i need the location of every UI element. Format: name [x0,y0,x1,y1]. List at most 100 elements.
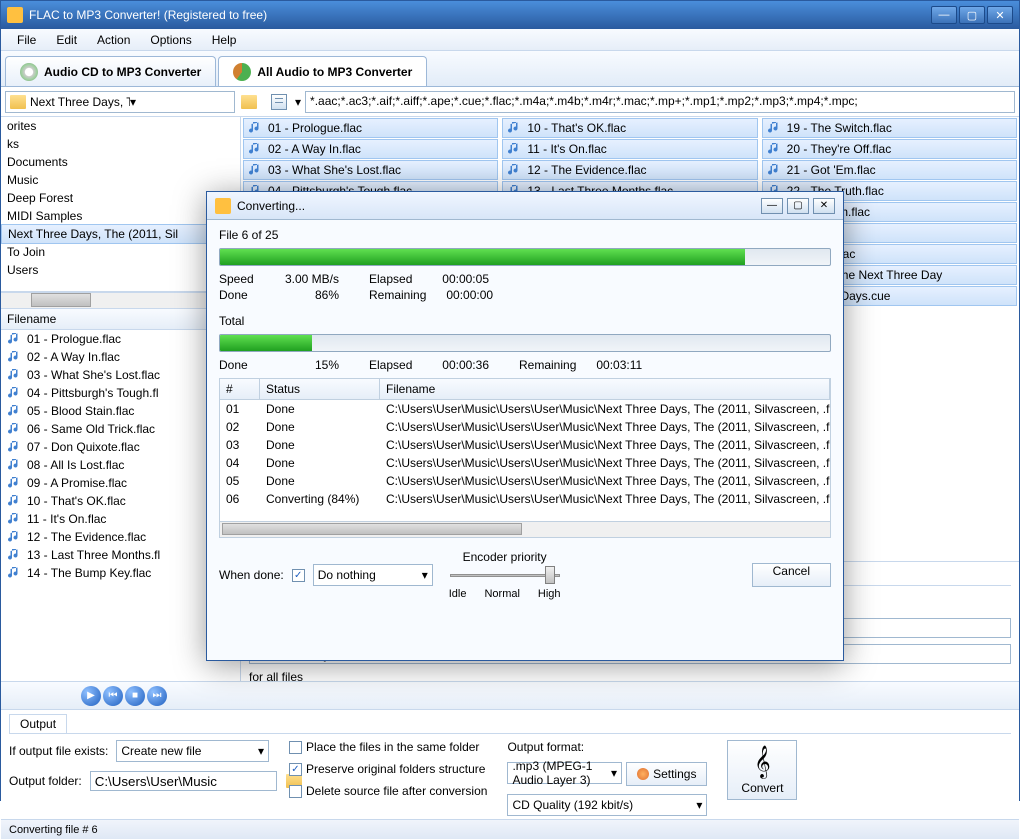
dialog-titlebar: Converting... — ▢ ✕ [207,192,843,220]
view-dropdown-arrow[interactable]: ▾ [295,95,301,109]
up-folder-button[interactable] [239,91,263,113]
priority-slider[interactable] [450,566,560,586]
close-button[interactable]: ✕ [987,6,1013,24]
favorites-item[interactable]: Users [1,261,240,279]
file-item[interactable]: 08 - All Is Lost.flac [1,456,240,474]
menu-options[interactable]: Options [140,31,201,49]
menu-help[interactable]: Help [202,31,247,49]
file-label: 12 - The Evidence.flac [27,530,146,544]
grid-file-item[interactable]: 21 - Got 'Em.flac [762,160,1017,180]
maximize-button[interactable]: ▢ [959,6,985,24]
minimize-button[interactable]: — [931,6,957,24]
filename-list[interactable]: 01 - Prologue.flac 02 - A Way In.flac03 -… [1,330,240,681]
output-tab[interactable]: Output [9,714,67,733]
dialog-minimize-button[interactable]: — [761,198,783,214]
file-item[interactable]: 03 - What She's Lost.flac [1,366,240,384]
table-row[interactable]: 03DoneC:\Users\User\Music\Users\User\Mus… [220,436,830,454]
delete-source-checkbox[interactable] [289,785,302,798]
path-dropdown[interactable]: Next Three Days, The (2011, Silvascreen,… [5,91,235,113]
tab-cd-converter[interactable]: Audio CD to MP3 Converter [5,56,216,86]
tab-all-audio[interactable]: All Audio to MP3 Converter [218,56,427,86]
next-button[interactable]: ⏭ [147,686,167,706]
output-folder-input[interactable] [90,771,277,791]
grid-file-item[interactable]: 01 - Prologue.flac [243,118,498,138]
music-icon [7,493,23,509]
favorites-list[interactable]: oritesksDocumentsMusicDeep ForestMIDI Sa… [1,117,240,292]
file-filter-input[interactable]: *.aac;*.ac3;*.aif;*.aiff;*.ape;*.cue;*.f… [305,91,1015,113]
th-status[interactable]: Status [260,379,380,399]
favorites-item[interactable]: orites [1,117,240,135]
same-folder-checkbox[interactable] [289,741,302,754]
when-done-dropdown[interactable]: Do nothing▾ [313,564,433,586]
table-row[interactable]: 01DoneC:\Users\User\Music\Users\User\Mus… [220,400,830,418]
favorites-item[interactable]: MIDI Samples [1,207,240,225]
table-row[interactable]: 04DoneC:\Users\User\Music\Users\User\Mus… [220,454,830,472]
grid-file-label: 20 - They're Off.flac [787,142,892,156]
gear-icon [637,768,649,780]
favorites-item[interactable]: Music [1,171,240,189]
grid-file-item[interactable]: 19 - The Switch.flac [762,118,1017,138]
file-item[interactable]: 11 - It's On.flac [1,510,240,528]
grid-file-item[interactable]: 12 - The Evidence.flac [502,160,757,180]
grid-file-item[interactable]: 03 - What She's Lost.flac [243,160,498,180]
file-item[interactable]: 13 - Last Three Months.fl [1,546,240,564]
favorites-item[interactable]: ks [1,135,240,153]
quality-dropdown[interactable]: CD Quality (192 kbit/s)▾ [507,794,707,816]
grid-file-item[interactable]: 11 - It's On.flac [502,139,757,159]
favorites-item[interactable]: To Join [1,243,240,261]
dialog-title: Converting... [237,199,757,213]
preserve-checkbox[interactable]: ✓ [289,763,302,776]
table-row[interactable]: 05DoneC:\Users\User\Music\Users\User\Mus… [220,472,830,490]
table-hscroll[interactable] [220,521,830,537]
favorites-item[interactable]: Documents [1,153,240,171]
row-status: Done [260,437,380,453]
view-button[interactable] [267,91,291,113]
file-item[interactable]: 01 - Prologue.flac [1,330,240,348]
exists-dropdown[interactable]: Create new file▾ [116,740,269,762]
folder-icon [10,95,26,109]
grid-file-item[interactable]: 02 - A Way In.flac [243,139,498,159]
cancel-button[interactable]: Cancel [752,563,831,587]
convert-button[interactable]: 𝄞 Convert [727,740,797,800]
file-item[interactable]: 05 - Blood Stain.flac [1,402,240,420]
file-item[interactable]: 02 - A Way In.flac [1,348,240,366]
settings-button[interactable]: Settings [626,762,707,786]
music-icon [248,120,264,136]
menu-edit[interactable]: Edit [46,31,87,49]
stop-button[interactable]: ■ [125,686,145,706]
favorites-item[interactable]: Deep Forest [1,189,240,207]
table-row[interactable]: 06Converting (84%)C:\Users\User\Music\Us… [220,490,830,508]
music-icon [507,120,523,136]
file-item[interactable]: 04 - Pittsburgh's Tough.fl [1,384,240,402]
t-done-value: 15% [315,358,339,372]
menu-file[interactable]: File [7,31,46,49]
grid-file-label: 21 - Got 'Em.flac [787,163,876,177]
dialog-maximize-button[interactable]: ▢ [787,198,809,214]
grid-file-item[interactable]: 20 - They're Off.flac [762,139,1017,159]
file-item[interactable]: 07 - Don Quixote.flac [1,438,240,456]
prev-button[interactable]: ⏮ [103,686,123,706]
path-text: Next Three Days, The (2011, Silvascreen, [30,95,130,109]
file-item[interactable]: 09 - A Promise.flac [1,474,240,492]
favorites-hscroll[interactable] [1,292,240,308]
grid-file-item[interactable]: 10 - That's OK.flac [502,118,757,138]
file-item[interactable]: 06 - Same Old Trick.flac [1,420,240,438]
file-label: 01 - Prologue.flac [27,332,121,346]
treble-clef-icon: 𝄞 [754,746,771,779]
file-item[interactable]: 14 - The Bump Key.flac [1,564,240,582]
format-dropdown[interactable]: .mp3 (MPEG-1 Audio Layer 3)▾ [507,762,622,784]
dialog-close-button[interactable]: ✕ [813,198,835,214]
music-icon [7,421,23,437]
play-button[interactable]: ▶ [81,686,101,706]
file-item[interactable]: 10 - That's OK.flac [1,492,240,510]
favorites-item[interactable]: Next Three Days, The (2011, Sil [1,224,240,244]
table-row[interactable]: 02DoneC:\Users\User\Music\Users\User\Mus… [220,418,830,436]
menu-action[interactable]: Action [87,31,140,49]
when-done-checkbox[interactable]: ✓ [292,569,305,582]
th-file[interactable]: Filename [380,379,830,399]
file-item[interactable]: 12 - The Evidence.flac [1,528,240,546]
filename-header: Filename [1,308,240,330]
row-status: Done [260,401,380,417]
th-num[interactable]: # [220,379,260,399]
row-num: 05 [220,473,260,489]
